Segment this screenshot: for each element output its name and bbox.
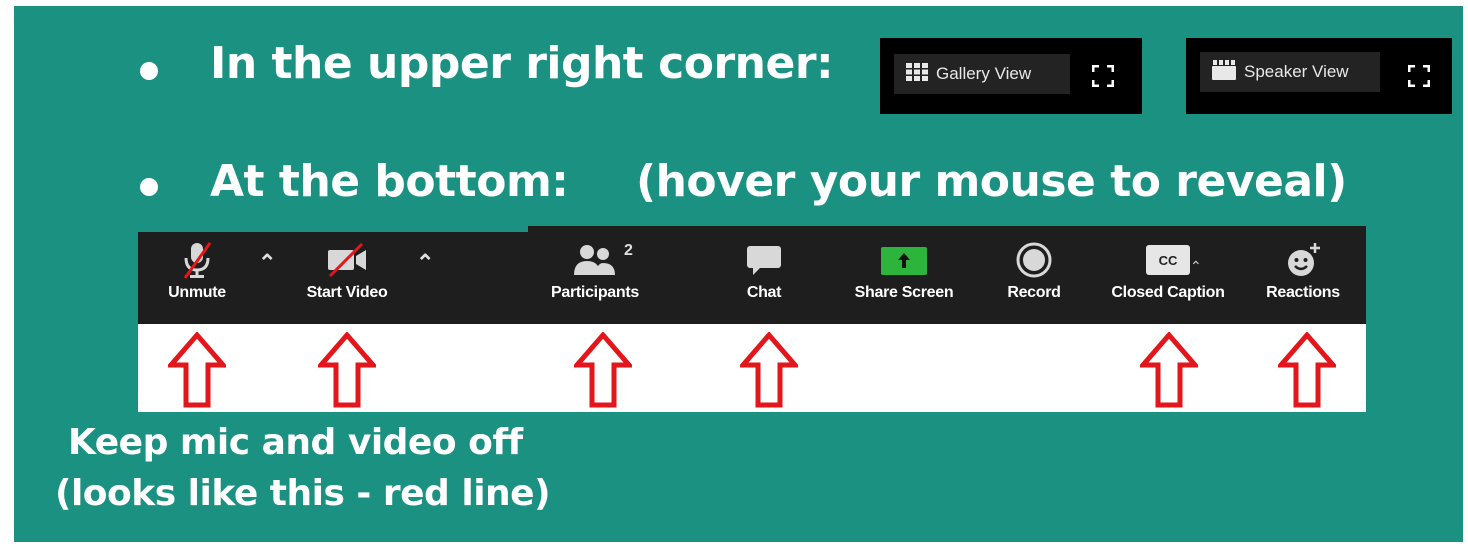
audio-options-caret-icon[interactable]: ⌃ bbox=[258, 250, 276, 276]
gallery-view-button[interactable]: Gallery View bbox=[894, 54, 1070, 94]
share-screen-label: Share Screen bbox=[854, 284, 954, 301]
bullet-1 bbox=[140, 62, 158, 80]
closed-caption-button[interactable]: CC ⌃ Closed Caption bbox=[1096, 240, 1240, 302]
red-up-arrow-icon-participants bbox=[571, 331, 635, 408]
participants-label: Participants bbox=[551, 284, 639, 301]
unmute-label: Unmute bbox=[168, 284, 226, 301]
bullet-2 bbox=[140, 178, 158, 196]
share-screen-button[interactable]: Share Screen bbox=[842, 240, 966, 302]
speaker-view-button[interactable]: Speaker View bbox=[1200, 52, 1380, 92]
cc-icon-text: CC bbox=[1158, 252, 1178, 268]
video-options-caret-icon[interactable]: ⌃ bbox=[416, 250, 434, 276]
chat-label: Chat bbox=[746, 284, 782, 301]
reactions-icon bbox=[1283, 240, 1323, 280]
reactions-label: Reactions bbox=[1266, 284, 1340, 301]
gallery-view-label: Gallery View bbox=[936, 64, 1032, 83]
participants-button[interactable]: 2 Participants bbox=[538, 240, 652, 302]
heading-upper-right: In the upper right corner: bbox=[210, 38, 834, 89]
chat-button[interactable]: Chat bbox=[728, 240, 800, 302]
unmute-button[interactable]: Unmute bbox=[150, 240, 244, 302]
red-up-arrow-icon-closed-caption bbox=[1137, 331, 1201, 408]
share-screen-icon bbox=[880, 240, 928, 280]
cc-caret-icon: ⌃ bbox=[1190, 258, 1202, 274]
start-video-label: Start Video bbox=[306, 284, 388, 301]
red-up-arrow-icon-reactions bbox=[1275, 331, 1339, 408]
red-up-arrow-icon-start-video bbox=[315, 331, 379, 408]
reactions-button[interactable]: Reactions bbox=[1254, 240, 1352, 302]
gallery-view-panel: Gallery View bbox=[880, 38, 1142, 114]
record-icon bbox=[1015, 240, 1053, 280]
speaker-view-label: Speaker View bbox=[1244, 62, 1349, 81]
red-up-arrow-icon-chat bbox=[737, 331, 801, 408]
start-video-button[interactable]: Start Video bbox=[292, 240, 402, 302]
fullscreen-icon[interactable] bbox=[1408, 65, 1430, 87]
participants-icon: 2 bbox=[538, 240, 652, 280]
closed-caption-label: Closed Caption bbox=[1111, 284, 1225, 301]
note-line-1: Keep mic and video off bbox=[68, 422, 523, 463]
muted-mic-icon bbox=[180, 240, 214, 280]
red-up-arrow-icon-unmute bbox=[165, 331, 229, 408]
heading-hover-hint: (hover your mouse to reveal) bbox=[636, 156, 1347, 207]
participants-count: 2 bbox=[624, 242, 633, 259]
video-off-icon bbox=[324, 240, 370, 280]
note-line-2: (looks like this - red line) bbox=[55, 473, 551, 514]
record-button[interactable]: Record bbox=[996, 240, 1072, 302]
speaker-icon bbox=[1212, 59, 1236, 85]
grid-icon bbox=[906, 62, 928, 86]
speaker-view-panel: Speaker View bbox=[1186, 38, 1452, 114]
fullscreen-icon[interactable] bbox=[1092, 65, 1114, 87]
chat-icon bbox=[745, 240, 783, 280]
cc-badge: CC bbox=[1146, 245, 1190, 275]
heading-bottom: At the bottom: bbox=[210, 156, 569, 207]
record-label: Record bbox=[1007, 284, 1061, 301]
closed-caption-icon: CC ⌃ bbox=[1096, 240, 1240, 280]
